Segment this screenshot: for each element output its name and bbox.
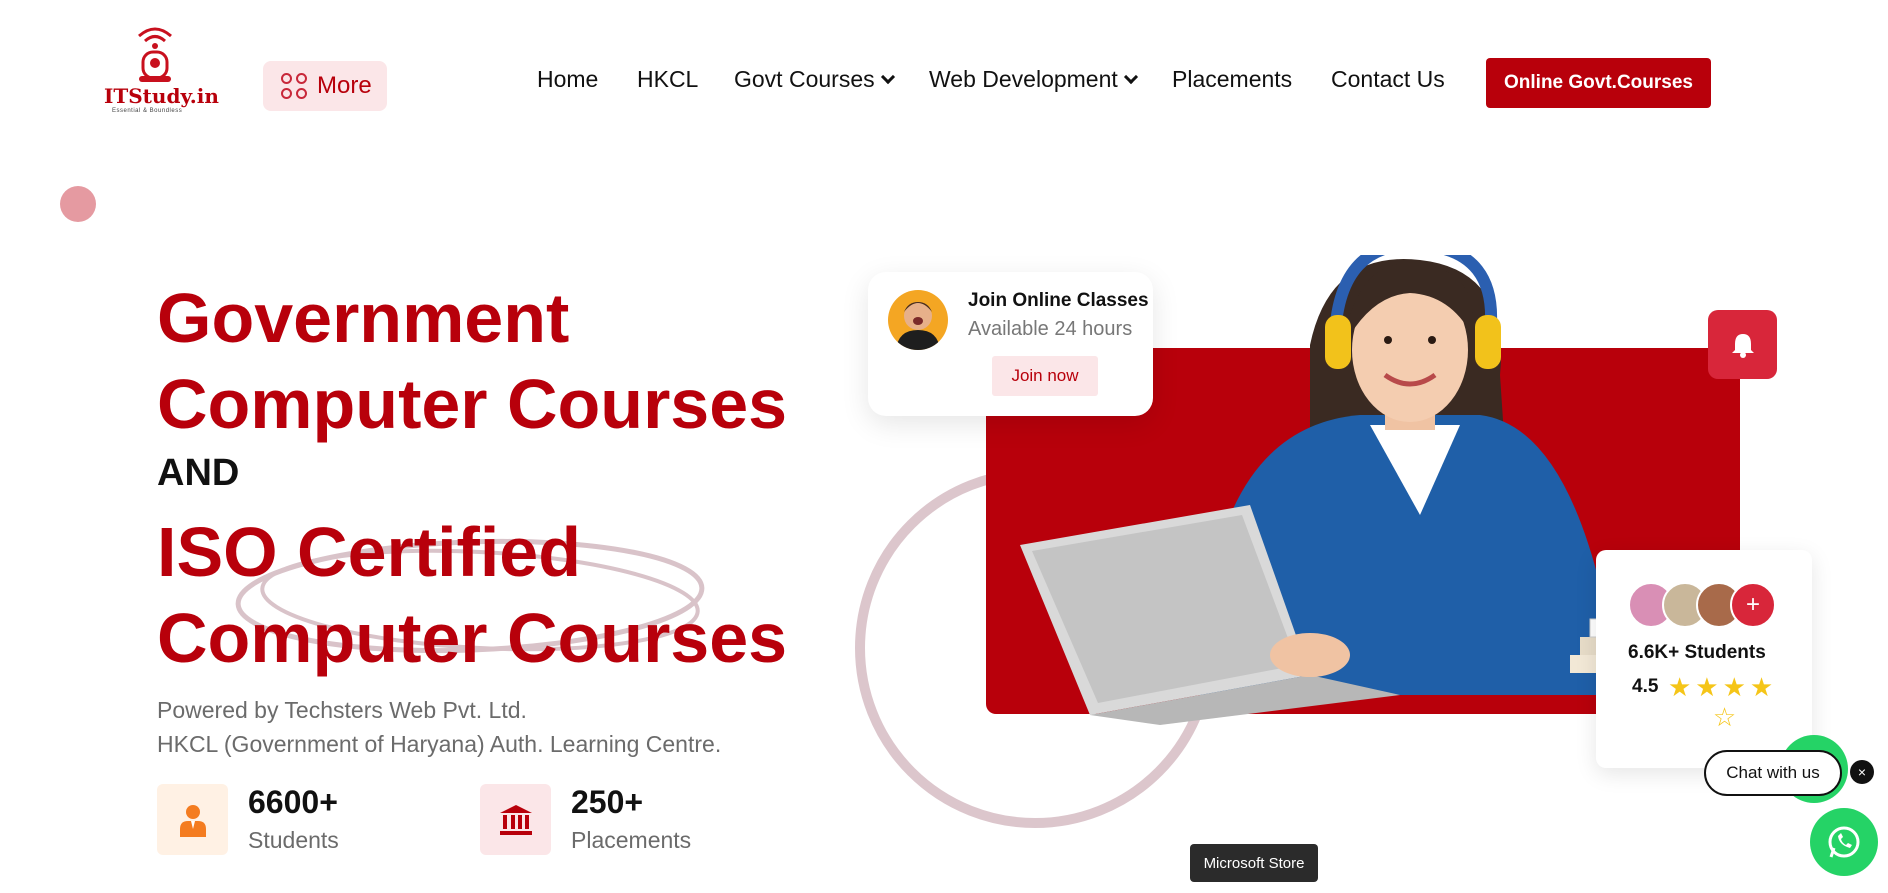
nav-home-label: Home — [537, 66, 599, 92]
star-rating-icon: ★★★★ ☆ — [1668, 672, 1778, 732]
logo-tagline: Essential & Boundless — [112, 108, 183, 114]
nav-web-development-label: Web Development — [929, 66, 1118, 92]
close-icon[interactable]: × — [1850, 760, 1874, 784]
chat-with-us-button[interactable]: Chat with us — [1704, 750, 1842, 796]
nav-web-development[interactable]: Web Development — [929, 66, 1138, 93]
stat-students-label: Students — [248, 827, 339, 853]
whatsapp-button[interactable] — [1810, 808, 1878, 876]
hero-heading-line1: Government — [157, 279, 570, 357]
nav-contact-us[interactable]: Contact Us — [1331, 66, 1445, 93]
decorative-dot — [60, 186, 96, 222]
whatsapp-icon — [1828, 826, 1860, 858]
hero-heading-and: AND — [157, 452, 240, 494]
stat-placements-value: 250+ — [571, 784, 644, 820]
nav-home[interactable]: Home — [537, 66, 598, 93]
stat-placements-label: Placements — [571, 827, 692, 853]
chevron-down-icon — [1123, 69, 1138, 84]
students-count: 6.6K+ Students — [1628, 642, 1766, 663]
join-online-classes-card: Join Online Classes Available 24 hours J… — [868, 272, 1153, 416]
nav-placements-label: Placements — [1172, 66, 1293, 92]
bell-icon — [1731, 333, 1754, 358]
students-rating-card: + 6.6K+ Students 4.5 ★★★★ ☆ — [1596, 550, 1812, 768]
stat-students-value: 6600+ — [248, 784, 338, 820]
chevron-down-icon — [880, 69, 895, 84]
hero-subtitle-line1: Powered by Techsters Web Pvt. Ltd. — [157, 697, 527, 723]
more-students-icon[interactable]: + — [1730, 582, 1776, 628]
avatar — [888, 290, 948, 350]
nav-hkcl[interactable]: HKCL — [637, 66, 698, 93]
notification-button[interactable] — [1708, 310, 1777, 379]
student-avatars: + — [1628, 582, 1776, 628]
nav-govt-courses[interactable]: Govt Courses — [734, 66, 895, 93]
hero-subtitle-line2: HKCL (Government of Haryana) Auth. Learn… — [157, 731, 722, 757]
bank-icon — [480, 784, 551, 855]
stat-placements: 250+ Placements — [480, 784, 691, 855]
join-now-button[interactable]: Join now — [992, 356, 1098, 396]
student-icon — [157, 784, 228, 855]
join-card-title: Join Online Classes — [968, 290, 1149, 311]
rating-value: 4.5 — [1632, 676, 1659, 697]
hero-heading-line3: ISO Certified — [157, 513, 581, 591]
nav-hkcl-label: HKCL — [637, 66, 699, 92]
nav-govt-courses-label: Govt Courses — [734, 66, 875, 92]
nav-placements[interactable]: Placements — [1172, 66, 1292, 93]
online-govt-courses-button[interactable]: Online Govt.Courses — [1486, 58, 1711, 108]
stat-students: 6600+ Students — [157, 784, 339, 855]
nav-contact-us-label: Contact Us — [1331, 66, 1445, 92]
tooltip: Microsoft Store — [1190, 844, 1318, 882]
hero-heading-line2: Computer Courses — [157, 365, 788, 443]
join-card-subtitle: Available 24 hours — [968, 318, 1133, 340]
hero-heading-line4: Computer Courses — [157, 599, 788, 677]
